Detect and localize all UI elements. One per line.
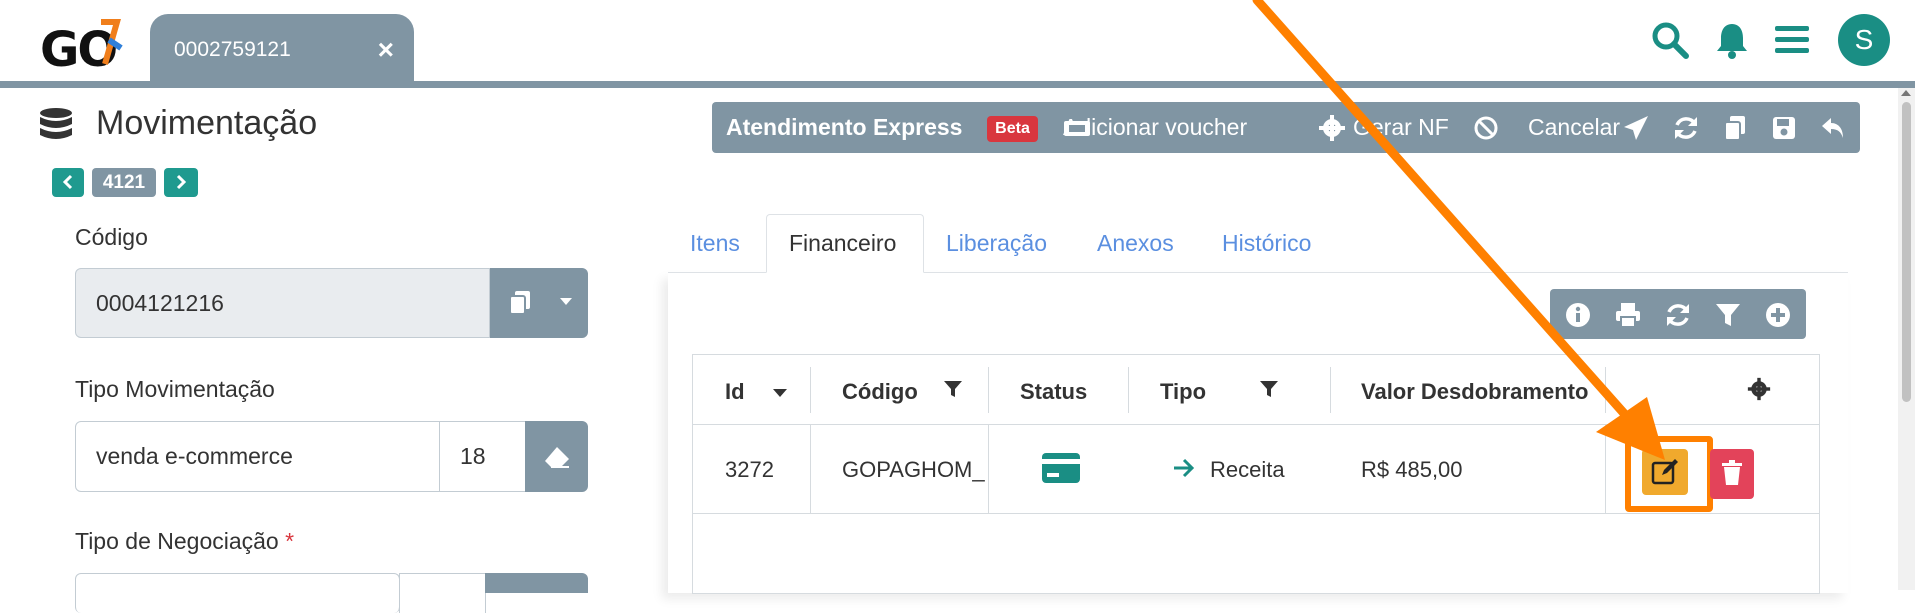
page-title: Movimentação	[96, 104, 318, 142]
column-header-tipo[interactable]: Tipo	[1160, 379, 1206, 405]
cell-codigo: GOPAGHOM_	[842, 457, 985, 482]
codigo-value: 0004121216	[96, 289, 224, 316]
column-separator	[1605, 367, 1606, 413]
column-separator	[810, 367, 811, 413]
print-icon[interactable]	[1614, 301, 1642, 329]
tab-liberacao[interactable]: Liberação	[946, 230, 1047, 257]
gerar-nf-label: Gerar NF	[1353, 114, 1449, 140]
chevron-left-icon	[62, 174, 73, 190]
sort-down-icon[interactable]	[773, 389, 787, 397]
codigo-label: Código	[75, 224, 148, 250]
tipo-movimentacao-code-input[interactable]: 18	[439, 421, 526, 492]
copy-icon[interactable]	[1721, 114, 1749, 142]
tab-financeiro[interactable]: Financeiro	[789, 230, 896, 257]
scroll-thumb[interactable]	[1902, 102, 1911, 402]
column-header-valor[interactable]: Valor Desdobramento	[1361, 379, 1588, 405]
tipo-negociacao-label: Tipo de Negociação *	[75, 528, 294, 555]
codigo-field[interactable]: 0004121216	[75, 268, 490, 338]
caret-down-icon	[560, 298, 572, 305]
row-separator	[1605, 425, 1606, 514]
toolbar-title: Atendimento Express	[726, 114, 963, 140]
gear-icon[interactable]	[1747, 377, 1771, 401]
cell-id: 3272	[725, 457, 774, 482]
tab-label: 0002759121	[174, 38, 291, 61]
tipo-movimentacao-label: Tipo Movimentação	[75, 376, 275, 402]
scrollbar[interactable]	[1898, 88, 1915, 590]
tab-itens[interactable]: Itens	[690, 230, 740, 257]
gerar-nf-button[interactable]: Gerar NF	[1353, 114, 1449, 141]
info-icon[interactable]	[1564, 301, 1592, 329]
copy-icon	[509, 291, 530, 315]
delete-button[interactable]	[1710, 449, 1754, 499]
scroll-up-arrow-icon[interactable]	[1901, 90, 1911, 96]
gear-icon	[1319, 115, 1345, 141]
tab-historico[interactable]: Histórico	[1222, 230, 1311, 257]
filter-icon[interactable]	[943, 379, 963, 399]
column-header-codigo[interactable]: Código	[842, 379, 918, 405]
cancelar-label: Cancelar	[1528, 114, 1621, 140]
clear-button[interactable]	[525, 421, 588, 492]
highlight-box	[1625, 436, 1713, 512]
avatar[interactable]: S	[1838, 14, 1890, 66]
required-mark: *	[285, 528, 295, 554]
close-icon[interactable]: ×	[378, 34, 394, 66]
column-separator	[1330, 367, 1331, 413]
eraser-icon	[545, 447, 569, 468]
tab-anexos[interactable]: Anexos	[1097, 230, 1174, 257]
tipo-movimentacao-code: 18	[460, 443, 486, 469]
logo-mark-icon	[101, 19, 123, 65]
save-icon[interactable]	[1770, 114, 1798, 142]
database-icon	[40, 108, 72, 139]
column-header-id[interactable]: Id	[725, 379, 745, 405]
bell-icon[interactable]	[1712, 20, 1752, 60]
record-number: 4121	[92, 168, 156, 197]
filter-icon[interactable]	[1259, 379, 1279, 399]
trash-icon	[1722, 460, 1742, 485]
column-header-status[interactable]: Status	[1020, 379, 1087, 405]
ban-icon	[1474, 116, 1498, 140]
cancelar-button[interactable]: Cancelar	[1528, 114, 1620, 141]
undo-icon[interactable]	[1819, 114, 1847, 142]
grid-header: Id Código Status Tipo Valor Desdobrament…	[693, 355, 1819, 425]
tipo-movimentacao-value: venda e-commerce	[96, 443, 293, 469]
copy-dropdown-button[interactable]	[490, 268, 588, 338]
row-separator	[988, 425, 989, 514]
filter-icon[interactable]	[1714, 301, 1742, 329]
tipo-negociacao-text: Tipo de Negociação	[75, 528, 279, 554]
tipo-negociacao-button[interactable]	[485, 573, 588, 593]
refresh-icon[interactable]	[1664, 301, 1692, 329]
tipo-negociacao-input[interactable]	[75, 573, 400, 613]
top-bar: GO 0002759121 × S	[0, 0, 1915, 88]
add-circle-icon[interactable]	[1764, 301, 1792, 329]
card-icon	[1042, 453, 1080, 483]
tipo-movimentacao-input[interactable]: venda e-commerce	[75, 421, 440, 492]
cell-tipo: Receita	[1210, 457, 1285, 482]
topbar-divider	[0, 81, 1915, 88]
menu-icon[interactable]	[1772, 20, 1812, 60]
ticket-icon	[1064, 121, 1090, 136]
send-icon[interactable]	[1622, 114, 1650, 142]
refresh-icon[interactable]	[1672, 114, 1700, 142]
grid-toolbar	[1550, 289, 1806, 339]
column-separator	[988, 367, 989, 413]
beta-badge: Beta	[987, 116, 1038, 142]
next-record-button[interactable]	[164, 168, 198, 197]
document-tab[interactable]: 0002759121 ×	[150, 14, 414, 88]
row-separator	[810, 425, 811, 514]
tipo-negociacao-code-input[interactable]	[399, 573, 486, 613]
cell-valor: R$ 485,00	[1361, 457, 1463, 482]
chevron-right-icon	[176, 174, 187, 190]
prev-record-button[interactable]	[52, 168, 84, 197]
column-separator	[1128, 367, 1129, 413]
search-icon[interactable]	[1650, 20, 1690, 60]
arrow-right-icon	[1174, 458, 1195, 478]
